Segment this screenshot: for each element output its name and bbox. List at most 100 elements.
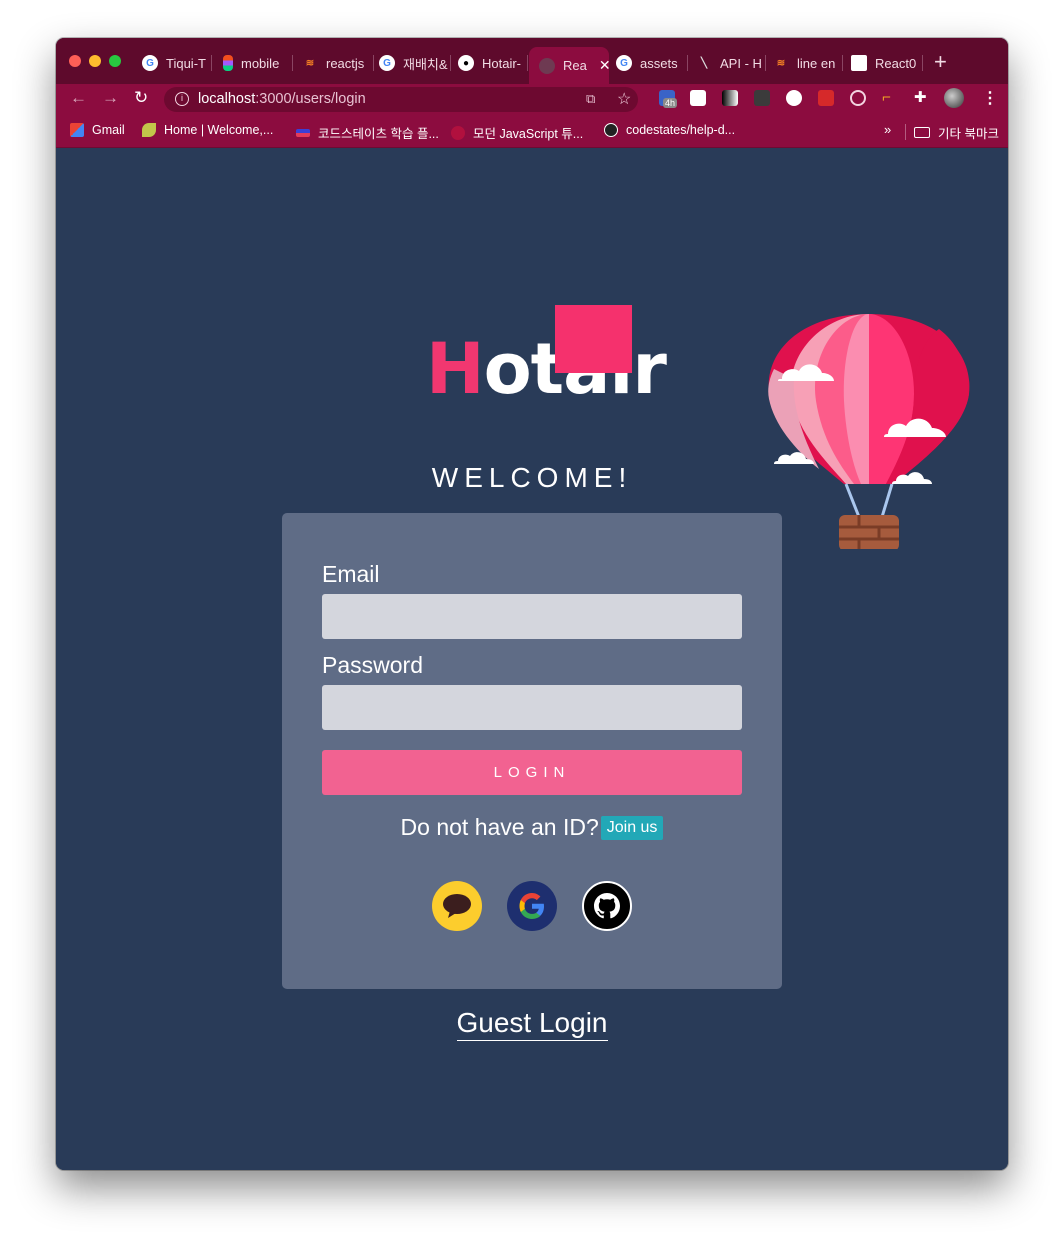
profile-avatar[interactable]: [944, 88, 964, 108]
login-card: Email Password LOGIN Do not have an ID? …: [282, 513, 782, 989]
signup-row: Do not have an ID? Join us: [282, 814, 782, 841]
guest-login-row: Guest Login: [56, 1007, 1008, 1041]
tab-label: React0: [875, 55, 917, 71]
join-us-button[interactable]: Join us: [600, 815, 664, 840]
forward-arrow-icon[interactable]: →: [102, 88, 119, 108]
tab-label: 재배치&: [403, 56, 448, 72]
folder-label: 기타 북마크: [938, 127, 999, 141]
close-window-button[interactable]: [69, 55, 81, 67]
eyedropper-extension-icon[interactable]: [754, 90, 770, 106]
tab-api[interactable]: ╲ API - H: [696, 50, 766, 76]
url-path: :3000/users/login: [255, 91, 366, 107]
bookmark-modern-js[interactable]: 모던 JavaScript 튜...: [451, 123, 583, 142]
figma-icon: [223, 55, 233, 71]
red-extension-icon[interactable]: [818, 90, 834, 106]
gradient-extension-icon[interactable]: [722, 90, 738, 106]
page-icon: [851, 55, 867, 71]
github-icon: [604, 123, 618, 137]
url-text[interactable]: localhost:3000/users/login: [198, 91, 366, 107]
target-extension-icon[interactable]: [850, 90, 866, 106]
bookmark-label: Home | Welcome,...: [164, 123, 274, 137]
github-login-button[interactable]: [582, 881, 632, 931]
bookmark-label: 모던 JavaScript 튜...: [473, 127, 584, 141]
tab-label: API - H: [720, 55, 762, 71]
tab-relocate[interactable]: G 재배치&: [379, 50, 451, 76]
reload-icon[interactable]: ↻: [134, 88, 148, 108]
hot-air-balloon-illustration: [768, 314, 970, 549]
translate-icon[interactable]: ⧉: [586, 91, 595, 107]
tab-label: Hotair-: [482, 55, 522, 71]
browser-toolbar: ← → ↻ i localhost:3000/users/login ⧉ ☆ 4…: [56, 84, 1008, 114]
js-icon: [451, 125, 465, 140]
google-icon: G: [142, 55, 158, 71]
url-host: localhost: [198, 91, 256, 107]
tab-label: Rea: [563, 58, 587, 73]
tab-reactjs[interactable]: ≋ reactjs: [302, 50, 374, 76]
bookmark-gmail[interactable]: Gmail: [70, 123, 125, 137]
google-icon: [519, 893, 544, 919]
tab-label: assets: [640, 55, 678, 71]
info-icon[interactable]: i: [175, 92, 189, 106]
bookmark-label: 코드스테이츠 학습 플...: [318, 127, 439, 141]
tab-tiqui[interactable]: G Tiqui-T: [142, 50, 212, 76]
pen-icon: ╲: [700, 57, 708, 69]
bookmarks-more-button[interactable]: »: [884, 122, 891, 137]
p-extension-icon[interactable]: [690, 90, 706, 106]
leaf-icon: [142, 123, 156, 137]
menu-kebab-icon[interactable]: ⋮: [982, 88, 998, 108]
stackoverflow-icon: ≋: [305, 57, 315, 69]
puzzle-extensions-icon[interactable]: ✚: [914, 90, 930, 106]
tab-react-active[interactable]: Rea ✕: [529, 47, 609, 84]
tab-label: reactjs: [326, 55, 365, 71]
back-arrow-icon[interactable]: ←: [70, 88, 87, 108]
browser-window: G Tiqui-T mobile ≋ reactjs G 재배치& ● Hota…: [56, 38, 1008, 1170]
tab-hotair-github[interactable]: ● Hotair-: [458, 50, 528, 76]
login-button[interactable]: LOGIN: [322, 750, 742, 795]
tab-assets[interactable]: G assets: [616, 50, 688, 76]
extension-badge: 4h: [663, 98, 678, 108]
stackoverflow-icon: ≋: [776, 57, 786, 69]
other-bookmarks-folder[interactable]: 기타 북마크: [914, 123, 999, 142]
bookmark-label: codestates/help-d...: [626, 123, 736, 137]
login-page: Hotair WELCOME! Email Password: [56, 149, 1008, 1170]
tab-strip: G Tiqui-T mobile ≋ reactjs G 재배치& ● Hota…: [56, 38, 1008, 84]
github-icon: [594, 893, 620, 919]
tag-extension-icon[interactable]: ⌐: [882, 90, 898, 106]
bookmark-home[interactable]: Home | Welcome,...: [142, 123, 273, 137]
address-bar[interactable]: i localhost:3000/users/login ⧉ ☆: [164, 87, 638, 112]
password-label: Password: [322, 652, 423, 678]
password-input[interactable]: [322, 685, 742, 730]
codestates-icon: [296, 128, 310, 137]
json-extension-icon[interactable]: [786, 90, 802, 106]
tab-label: line en: [797, 55, 836, 71]
bookmark-codestates-help[interactable]: codestates/help-d...: [604, 123, 735, 137]
maximize-window-button[interactable]: [109, 55, 121, 67]
tab-line-en[interactable]: ≋ line en: [773, 50, 843, 76]
new-tab-button[interactable]: +: [934, 51, 947, 73]
welcome-heading: WELCOME!: [431, 462, 633, 493]
tab-mobile[interactable]: mobile: [223, 50, 293, 76]
guest-login-link[interactable]: Guest Login: [456, 1007, 608, 1041]
react-icon: [539, 57, 555, 74]
google-login-button[interactable]: [507, 881, 557, 931]
tab-label: Tiqui-T: [166, 55, 206, 71]
signup-prompt: Do not have an ID?: [400, 814, 599, 840]
kakao-icon: [443, 894, 471, 918]
close-tab-icon[interactable]: ✕: [599, 57, 609, 74]
logo-square: [555, 305, 632, 373]
email-input[interactable]: [322, 594, 742, 639]
bookmarks-bar: Gmail Home | Welcome,... 코드스테이츠 학습 플... …: [56, 114, 1008, 148]
bookmark-label: Gmail: [92, 123, 125, 137]
gmail-icon: [70, 123, 84, 137]
email-label: Email: [322, 561, 380, 587]
folder-icon: [914, 127, 930, 138]
tab-react0[interactable]: React0: [851, 50, 923, 76]
bookmark-star-icon[interactable]: ☆: [617, 89, 631, 109]
google-icon: G: [379, 55, 395, 71]
github-icon: ●: [458, 55, 474, 71]
minimize-window-button[interactable]: [89, 55, 101, 67]
kakao-login-button[interactable]: [432, 881, 482, 931]
bookmark-codestates-learning[interactable]: 코드스테이츠 학습 플...: [296, 123, 439, 142]
tab-label: mobile: [241, 55, 280, 71]
google-icon: G: [616, 55, 632, 71]
